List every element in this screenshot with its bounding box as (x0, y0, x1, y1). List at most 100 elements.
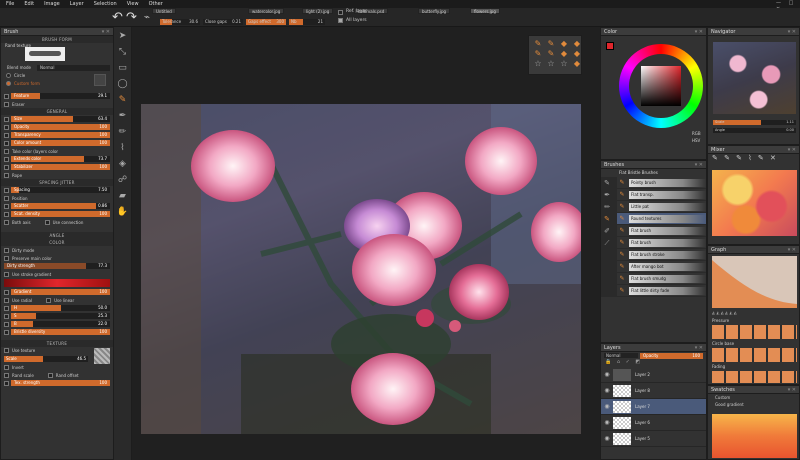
custom-form-thumb[interactable] (94, 74, 106, 86)
preset-brush-icon[interactable]: ✎ (545, 49, 557, 58)
preset-fill-icon[interactable]: ◆ (558, 49, 570, 58)
scatter-slider[interactable]: Scatter 0.86 (11, 203, 110, 209)
undo-icon[interactable]: ↶ (112, 10, 123, 25)
brush-item[interactable]: ✎ Flat brush (617, 225, 706, 237)
close-gaps-slider[interactable]: Close gaps 0.21 (203, 19, 243, 25)
eye-icon[interactable]: ◉ (601, 435, 613, 442)
layer-blend-select[interactable]: Normal (604, 353, 638, 358)
good-gradient-row[interactable]: Good gradient (708, 401, 799, 408)
preset-fill-icon[interactable]: ◆ (571, 59, 583, 68)
navigator-angle-slider[interactable]: Angle 0.00 (713, 128, 796, 133)
swatch-gradient[interactable] (712, 414, 797, 458)
painting-canvas[interactable] (141, 104, 581, 434)
doc-tab-untitled[interactable]: Untitled (152, 8, 176, 14)
all-layers-radio[interactable] (338, 18, 343, 23)
eraser-checkbox[interactable] (4, 101, 9, 107)
custom-form-radio[interactable] (6, 81, 11, 86)
layer-opacity-slider[interactable]: Opacity 100 (640, 352, 703, 359)
eye-icon[interactable]: ◉ (601, 403, 613, 410)
menu-image[interactable]: Image (44, 1, 60, 7)
stroke-gradient-bar[interactable] (4, 279, 110, 287)
brush-item[interactable]: ✎ Pointy brush (617, 177, 706, 189)
dirty-strength-slider[interactable]: Dirty strength 77.3 (4, 263, 110, 269)
size-slider[interactable]: Size 63.4 (11, 116, 110, 122)
fading-presets[interactable] (712, 371, 797, 383)
hue-wheel[interactable] (619, 44, 703, 128)
doc-tab-watercolor[interactable]: watercolor.jpg (248, 8, 285, 14)
brush-item[interactable]: ✎ Flat brush stroke (617, 249, 706, 261)
pencil-icon[interactable]: ✏ (116, 125, 130, 139)
brush-item[interactable]: ✎ Flat transp. (617, 189, 706, 201)
category-brush-icon[interactable]: ✎ (601, 177, 613, 189)
primary-color-swatch[interactable] (606, 42, 614, 50)
brush-item[interactable]: ✎ Flat brush (617, 237, 706, 249)
category-pencil-icon[interactable]: ✏ (601, 201, 613, 213)
extends-color-slider[interactable]: Extends color 73.7 (11, 156, 110, 162)
preset-star-icon[interactable]: ☆ (532, 59, 544, 68)
transparency-slider[interactable]: Transparency 100 (11, 132, 110, 138)
rand-offset-checkbox[interactable] (47, 372, 53, 378)
doc-tab-butterfly[interactable]: butterfly.jpg (418, 8, 451, 14)
ref-layer-radio[interactable] (338, 10, 343, 15)
hand-icon[interactable]: ✋ (116, 205, 130, 219)
both-axis-checkbox[interactable] (4, 219, 9, 225)
b-slider[interactable]: B 22.0 (11, 321, 110, 327)
nb-slider[interactable]: Nb 21 (289, 19, 325, 25)
bristle-slider[interactable]: Bristle diversity 100 (11, 329, 110, 335)
category-pen-icon[interactable]: ✒ (601, 189, 613, 201)
invert-checkbox[interactable] (4, 365, 9, 370)
saturation-value-square[interactable] (641, 66, 681, 106)
gaps-effect-slider[interactable]: Gaps effect 300 (246, 19, 286, 25)
bucket-icon[interactable]: ◈ (116, 157, 130, 171)
menu-selection[interactable]: Selection (94, 1, 117, 7)
curve-presets[interactable]: ◭ ◭ ◭ ◭ ◭ ◭ (712, 310, 797, 316)
use-linear-checkbox[interactable] (46, 297, 52, 303)
rgb-mode[interactable]: RGB (692, 131, 701, 136)
stabilizer-slider[interactable]: Stabilizer 100 (11, 164, 110, 170)
feature-slider[interactable]: Feature 29.1 (11, 93, 110, 99)
brush-item[interactable]: ✎ Flat brush smudg (617, 273, 706, 285)
use-connection-checkbox[interactable] (44, 219, 50, 225)
scat-density-slider[interactable]: Scat. density 100 (11, 211, 110, 217)
tex-strength-slider[interactable]: Tex. strength 100 (11, 380, 110, 386)
blend-mode-select[interactable]: Normal (37, 64, 110, 71)
category-marker-icon[interactable]: ✐ (601, 225, 613, 237)
menu-layer[interactable]: Layer (70, 1, 84, 7)
mixer-tools[interactable]: ✎ ✎ ✎ ⌇ ✎ ✕ (708, 154, 799, 165)
eraser-tool-icon[interactable]: ▰ (116, 189, 130, 203)
color-amount-slider[interactable]: Color amount 100 (11, 140, 110, 146)
transform-icon[interactable]: ⤡ (116, 45, 130, 59)
redo-icon[interactable]: ↷ (126, 10, 137, 25)
texture-scale-slider[interactable]: Scale 46.5 (4, 356, 88, 362)
category-flat-icon[interactable]: ✎ (601, 213, 613, 225)
eye-icon[interactable]: ◉ (601, 371, 613, 378)
menu-other[interactable]: Other (149, 1, 163, 7)
h-slider[interactable]: H 50.0 (11, 305, 110, 311)
layer-lock-icons[interactable]: 🔒 ⌂ ✓ ◩ (601, 359, 706, 367)
hsv-mode[interactable]: HSV (692, 138, 700, 143)
menu-file[interactable]: File (6, 1, 14, 7)
brush-item[interactable]: ✎ Little pat (617, 201, 706, 213)
circle-base-presets[interactable] (712, 348, 797, 362)
rect-select-icon[interactable]: ▭ (116, 61, 130, 75)
fill-tool-icon[interactable]: ⌁ (144, 12, 150, 23)
window-controls[interactable]: — □ ✕ (776, 0, 800, 12)
brush-item[interactable]: ✎ After mango bot (617, 261, 706, 273)
tolerance-slider[interactable]: Tolerance 30.6 (160, 19, 200, 25)
brush-item[interactable]: ✎ Flat little dirty fade (617, 285, 706, 297)
use-radial-checkbox[interactable] (4, 297, 9, 303)
layer-item[interactable]: ◉ Layer 6 (601, 415, 706, 431)
s-slider[interactable]: S 25.3 (11, 313, 110, 319)
mixer-canvas[interactable] (712, 170, 797, 236)
circle-radio[interactable] (6, 73, 11, 78)
layer-item[interactable]: ◉ Layer 2 (601, 367, 706, 383)
rand-scale-checkbox[interactable] (4, 372, 9, 378)
preset-brush-icon[interactable]: ✎ (532, 39, 544, 48)
texture-thumb[interactable] (94, 348, 110, 364)
select-arrow-icon[interactable]: ➤ (116, 29, 130, 43)
brush-tool-icon[interactable]: ✎ (116, 93, 130, 107)
layer-item[interactable]: ◉ Layer 5 (601, 431, 706, 447)
category-knife-icon[interactable]: ⟋ (601, 237, 613, 249)
preset-brush-icon[interactable]: ✎ (532, 49, 544, 58)
preset-fill-icon[interactable]: ◆ (571, 49, 583, 58)
